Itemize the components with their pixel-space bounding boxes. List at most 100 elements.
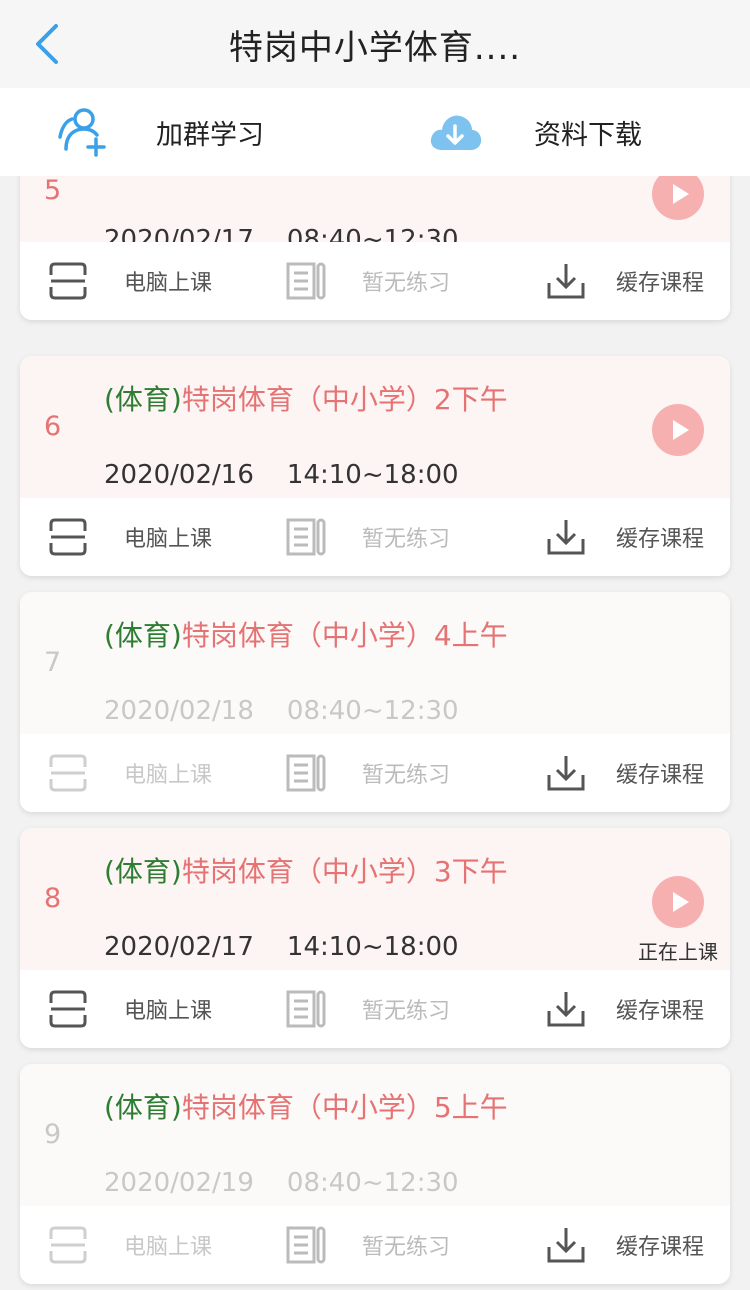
- practice-button[interactable]: 暂无练习: [286, 242, 450, 320]
- download-label: 资料下载: [534, 119, 642, 151]
- lesson-datetime: 2020/02/18 08:40~12:30: [104, 696, 459, 726]
- lesson-info: 6 (体育)特岗体育（中小学）2下午 2020/02/16 14:10~18:0…: [20, 356, 730, 498]
- scan-icon: [49, 990, 87, 1028]
- practice-label: 暂无练习: [362, 763, 451, 788]
- scan-icon: [49, 754, 87, 792]
- lesson-datetime: 2020/02/17 14:10~18:00: [104, 932, 459, 962]
- lesson-category: (体育): [104, 1091, 182, 1124]
- lesson-card[interactable]: 5 2020/02/17 08:40~12:30 电脑上课 暂无练习 缓存课程: [20, 176, 730, 320]
- cache-course-button[interactable]: 缓存课程: [546, 242, 704, 320]
- cache-course-button[interactable]: 缓存课程: [546, 970, 704, 1048]
- lesson-category: (体育): [104, 855, 182, 888]
- play-button[interactable]: [652, 876, 704, 928]
- play-icon: [673, 184, 689, 204]
- lesson-name: 特岗体育（中小学）3下午: [181, 855, 508, 888]
- lesson-datetime: 2020/02/16 14:10~18:00: [104, 460, 459, 490]
- download-icon: [547, 264, 585, 299]
- lesson-category: (体育): [104, 619, 182, 652]
- join-group-label: 加群学习: [156, 119, 264, 151]
- lesson-card[interactable]: 9 (体育)特岗体育（中小学）5上午 2020/02/19 08:40~12:3…: [20, 1064, 730, 1284]
- pc-class-label: 电脑上课: [124, 271, 213, 296]
- cache-course-label: 缓存课程: [616, 527, 705, 552]
- lesson-info: 5 2020/02/17 08:40~12:30: [20, 176, 730, 255]
- lesson-actions: 电脑上课 暂无练习 缓存课程: [20, 498, 730, 576]
- lesson-number: 6: [44, 411, 62, 442]
- lesson-card[interactable]: 8 (体育)特岗体育（中小学）3下午 2020/02/17 14:10~18:0…: [20, 828, 730, 1048]
- cache-course-button[interactable]: 缓存课程: [546, 734, 704, 812]
- lesson-datetime: 2020/02/19 08:40~12:30: [104, 1168, 459, 1198]
- cloud-download-icon: [430, 115, 482, 150]
- practice-label: 暂无练习: [362, 527, 451, 552]
- document-icon: [286, 262, 326, 300]
- lesson-card[interactable]: 6 (体育)特岗体育（中小学）2下午 2020/02/16 14:10~18:0…: [20, 356, 730, 576]
- practice-label: 暂无练习: [362, 271, 451, 296]
- lesson-name: 特岗体育（中小学）2下午: [181, 383, 508, 416]
- lesson-info: 9 (体育)特岗体育（中小学）5上午 2020/02/19 08:40~12:3…: [20, 1064, 730, 1206]
- lesson-number: 9: [44, 1119, 62, 1150]
- lesson-number: 8: [44, 883, 62, 914]
- back-button[interactable]: [30, 22, 70, 66]
- cache-course-button[interactable]: 缓存课程: [546, 498, 704, 576]
- lesson-title: (体育)特岗体育（中小学）5上午: [104, 1086, 508, 1126]
- top-bar: 特岗中小学体育....: [0, 0, 750, 88]
- lesson-title: (体育)特岗体育（中小学）3下午: [104, 850, 508, 890]
- practice-button[interactable]: 暂无练习: [286, 734, 450, 812]
- download-icon: [547, 756, 585, 791]
- lesson-date: 2020/02/19: [104, 1168, 254, 1198]
- pc-class-button[interactable]: 电脑上课: [48, 734, 212, 812]
- lesson-date: 2020/02/18: [104, 696, 254, 726]
- lesson-time: 08:40~12:30: [286, 696, 459, 726]
- join-group-button[interactable]: 加群学习: [54, 88, 264, 176]
- lesson-actions: 电脑上课 暂无练习 缓存课程: [20, 242, 730, 320]
- lesson-card[interactable]: 7 (体育)特岗体育（中小学）4上午 2020/02/18 08:40~12:3…: [20, 592, 730, 812]
- pc-class-label: 电脑上课: [124, 1235, 213, 1260]
- practice-button[interactable]: 暂无练习: [286, 970, 450, 1048]
- add-user-icon: [58, 108, 106, 157]
- play-icon: [673, 892, 689, 912]
- scan-icon: [49, 262, 87, 300]
- pc-class-label: 电脑上课: [124, 527, 213, 552]
- pc-class-button[interactable]: 电脑上课: [48, 242, 212, 320]
- document-icon: [286, 754, 326, 792]
- lesson-actions: 电脑上课 暂无练习 缓存课程: [20, 1206, 730, 1284]
- action-bar: 加群学习 资料下载: [0, 88, 750, 176]
- cache-course-label: 缓存课程: [616, 1235, 705, 1260]
- cache-course-label: 缓存课程: [616, 999, 705, 1024]
- in-class-status: 正在上课: [638, 940, 718, 964]
- lesson-title: (体育)特岗体育（中小学）4上午: [104, 614, 508, 654]
- cache-course-button[interactable]: 缓存课程: [546, 1206, 704, 1284]
- document-icon: [286, 990, 326, 1028]
- lesson-category: (体育): [104, 383, 182, 416]
- page-title: 特岗中小学体育....: [228, 27, 522, 68]
- practice-button[interactable]: 暂无练习: [286, 498, 450, 576]
- lesson-info: 8 (体育)特岗体育（中小学）3下午 2020/02/17 14:10~18:0…: [20, 828, 730, 970]
- play-button[interactable]: [652, 404, 704, 456]
- lesson-actions: 电脑上课 暂无练习 缓存课程: [20, 734, 730, 812]
- document-icon: [286, 518, 326, 556]
- lesson-time: 14:10~18:00: [286, 460, 459, 490]
- lesson-info: 7 (体育)特岗体育（中小学）4上午 2020/02/18 08:40~12:3…: [20, 592, 730, 734]
- pc-class-button[interactable]: 电脑上课: [48, 498, 212, 576]
- play-icon: [673, 420, 689, 440]
- pc-class-button[interactable]: 电脑上课: [48, 970, 212, 1048]
- scan-icon: [49, 1226, 87, 1264]
- practice-label: 暂无练习: [362, 1235, 451, 1260]
- pc-class-button[interactable]: 电脑上课: [48, 1206, 212, 1284]
- lesson-date: 2020/02/16: [104, 460, 254, 490]
- lesson-name: 特岗体育（中小学）5上午: [181, 1091, 508, 1124]
- chevron-left-icon: [36, 24, 58, 64]
- lesson-title: (体育)特岗体育（中小学）2下午: [104, 378, 508, 418]
- download-materials-button[interactable]: 资料下载: [428, 88, 642, 176]
- pc-class-label: 电脑上课: [124, 763, 213, 788]
- practice-label: 暂无练习: [362, 999, 451, 1024]
- practice-button[interactable]: 暂无练习: [286, 1206, 450, 1284]
- download-icon: [547, 1228, 585, 1263]
- download-icon: [547, 520, 585, 555]
- lesson-actions: 电脑上课 暂无练习 缓存课程: [20, 970, 730, 1048]
- cache-course-label: 缓存课程: [616, 271, 705, 296]
- cache-course-label: 缓存课程: [616, 763, 705, 788]
- lesson-list: 5 2020/02/17 08:40~12:30 电脑上课 暂无练习 缓存课程 …: [0, 176, 750, 1290]
- pc-class-label: 电脑上课: [124, 999, 213, 1024]
- play-button[interactable]: [652, 176, 704, 220]
- scan-icon: [49, 518, 87, 556]
